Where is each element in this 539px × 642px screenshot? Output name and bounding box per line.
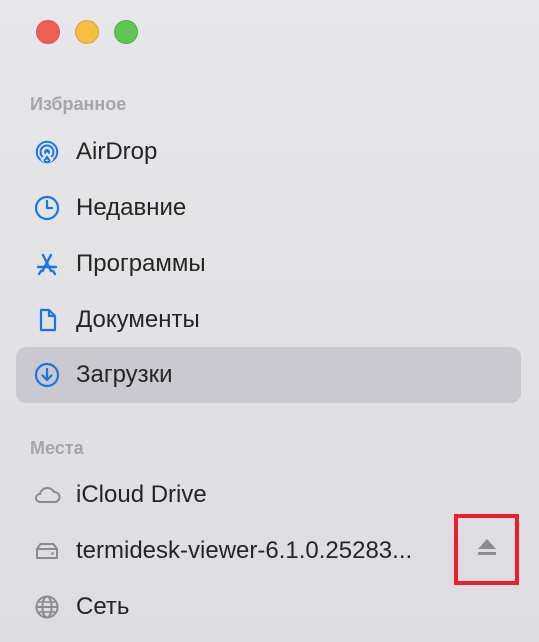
section-title-locations: Места: [30, 438, 84, 458]
applications-icon: [32, 249, 62, 279]
sidebar-item-label: AirDrop: [76, 138, 158, 165]
sidebar-item-label: termidesk-viewer-6.1.0.25283...: [76, 537, 413, 564]
download-icon: [32, 360, 62, 390]
sidebar-item-label: Документы: [76, 306, 200, 333]
clock-icon: [32, 193, 62, 223]
sidebar-item-termidesk-viewer[interactable]: termidesk-viewer-6.1.0.25283...: [16, 523, 521, 579]
sidebar-item-airdrop[interactable]: AirDrop: [16, 124, 521, 180]
sidebar-item-label: Программы: [76, 250, 206, 277]
sidebar-item-label: iCloud Drive: [76, 481, 207, 508]
eject-button[interactable]: [454, 514, 519, 585]
sidebar-item-network[interactable]: Сеть: [16, 579, 521, 635]
cloud-icon: [32, 480, 62, 510]
section-title-favorites: Избранное: [30, 94, 127, 114]
airdrop-icon: [32, 137, 62, 167]
document-icon: [32, 305, 62, 335]
sidebar-item-label: Загрузки: [76, 361, 173, 388]
sidebar-item-downloads[interactable]: Загрузки: [16, 347, 521, 403]
window-controls: [36, 20, 138, 44]
network-icon: [32, 592, 62, 622]
drive-icon: [32, 536, 62, 566]
minimize-window-button[interactable]: [75, 20, 99, 44]
sidebar-item-documents[interactable]: Документы: [16, 292, 521, 348]
sidebar-item-recent[interactable]: Недавние: [16, 180, 521, 236]
close-window-button[interactable]: [36, 20, 60, 44]
zoom-window-button[interactable]: [114, 20, 138, 44]
sidebar-item-applications[interactable]: Программы: [16, 236, 521, 292]
sidebar-item-label: Сеть: [76, 593, 130, 620]
eject-icon: [475, 537, 499, 562]
sidebar-item-label: Недавние: [76, 194, 187, 221]
sidebar-item-icloud-drive[interactable]: iCloud Drive: [16, 467, 521, 523]
